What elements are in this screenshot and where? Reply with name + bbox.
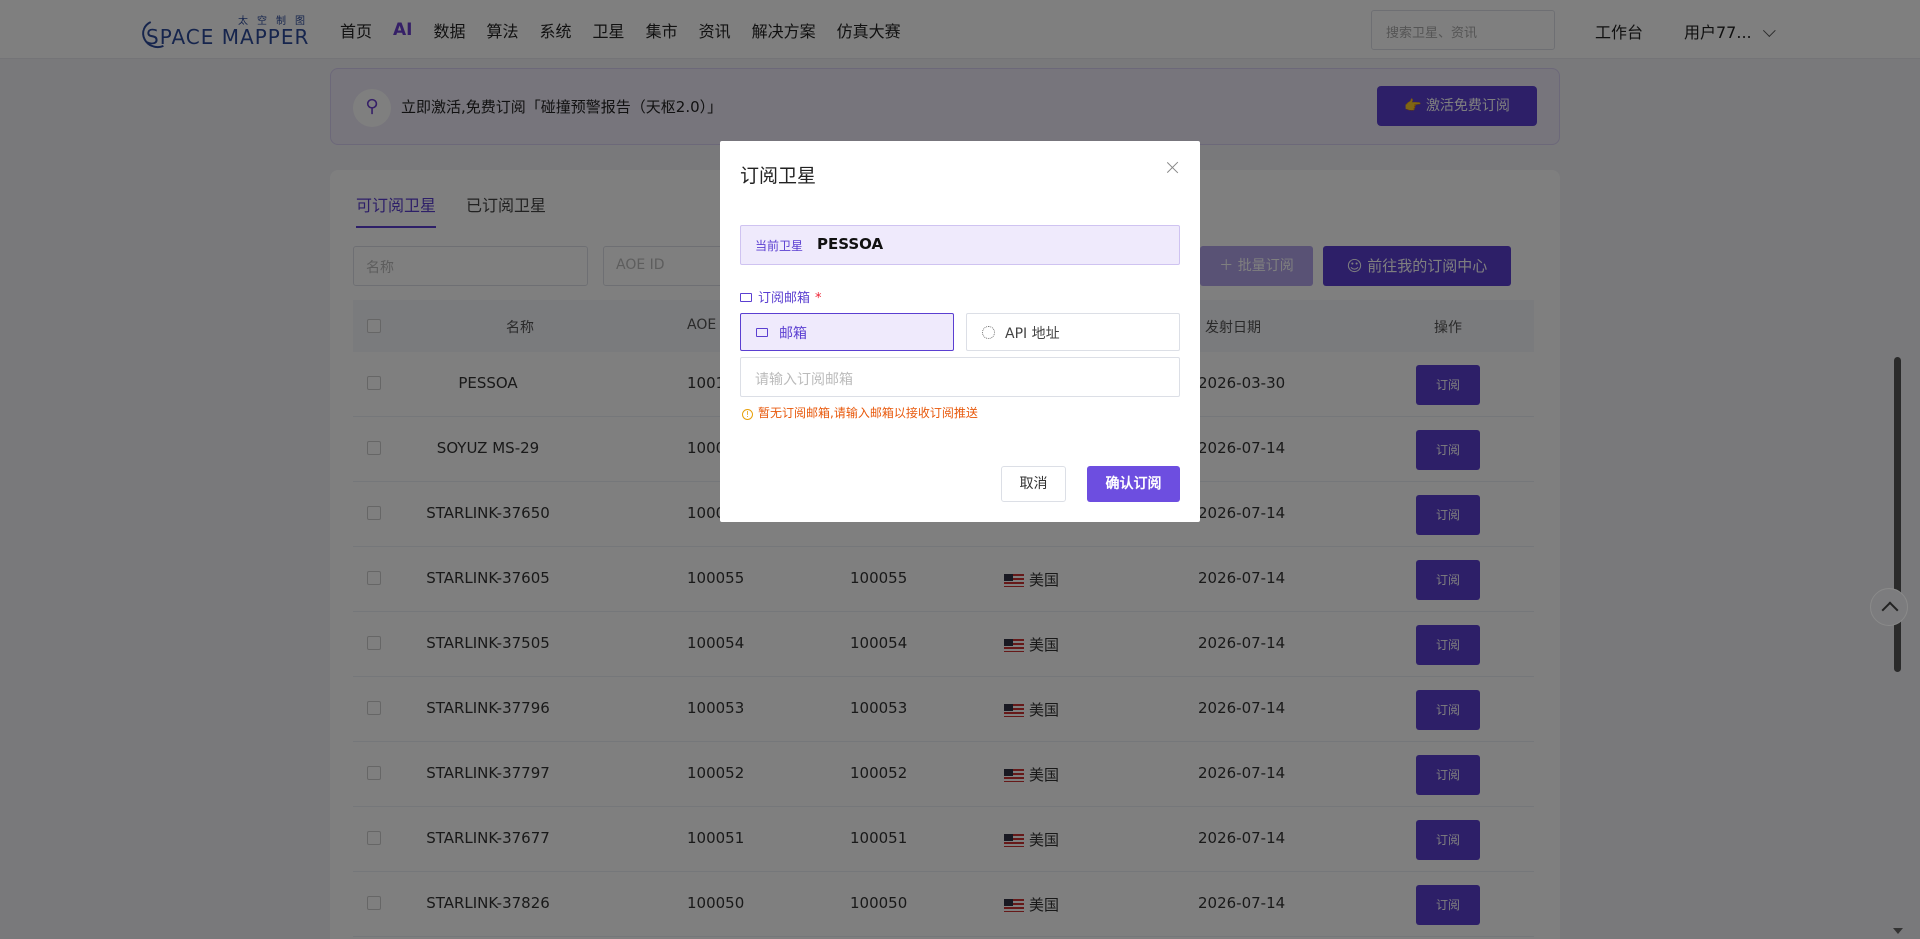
warning-message: ! 暂无订阅邮箱,请输入邮箱以接收订阅推送: [742, 404, 978, 421]
current-satellite-box: 当前卫星 PESSOA: [740, 225, 1180, 265]
warning-text: 暂无订阅邮箱,请输入邮箱以接收订阅推送: [758, 406, 978, 420]
warning-icon: !: [742, 409, 753, 420]
dialog-title: 订阅卫星: [740, 165, 817, 187]
required-mark: *: [815, 291, 822, 306]
current-satellite-label: 当前卫星: [755, 239, 804, 253]
back-to-top-button[interactable]: [1870, 588, 1908, 626]
option-api-button[interactable]: API 地址: [966, 313, 1180, 351]
mail-icon: [756, 328, 768, 337]
cancel-button[interactable]: 取消: [1001, 466, 1066, 502]
option-email-label: 邮箱: [779, 326, 807, 342]
email-input[interactable]: 请输入订阅邮箱: [740, 357, 1180, 397]
mail-icon: [740, 293, 752, 302]
email-label-text: 订阅邮箱: [758, 291, 811, 306]
option-email-button[interactable]: 邮箱: [740, 313, 954, 351]
subscribe-satellite-dialog: 订阅卫星 当前卫星 PESSOA 订阅邮箱 * 邮箱 API 地址 请输入订阅邮箱…: [720, 141, 1200, 522]
gear-icon: [982, 326, 995, 339]
scroll-down-arrow-icon[interactable]: [1893, 928, 1903, 934]
current-satellite-value: PESSOA: [817, 235, 884, 253]
option-api-label: API 地址: [1005, 326, 1060, 342]
confirm-subscribe-button[interactable]: 确认订阅: [1087, 466, 1180, 502]
close-icon[interactable]: [1164, 159, 1182, 177]
subscription-email-label: 订阅邮箱 *: [740, 287, 822, 306]
